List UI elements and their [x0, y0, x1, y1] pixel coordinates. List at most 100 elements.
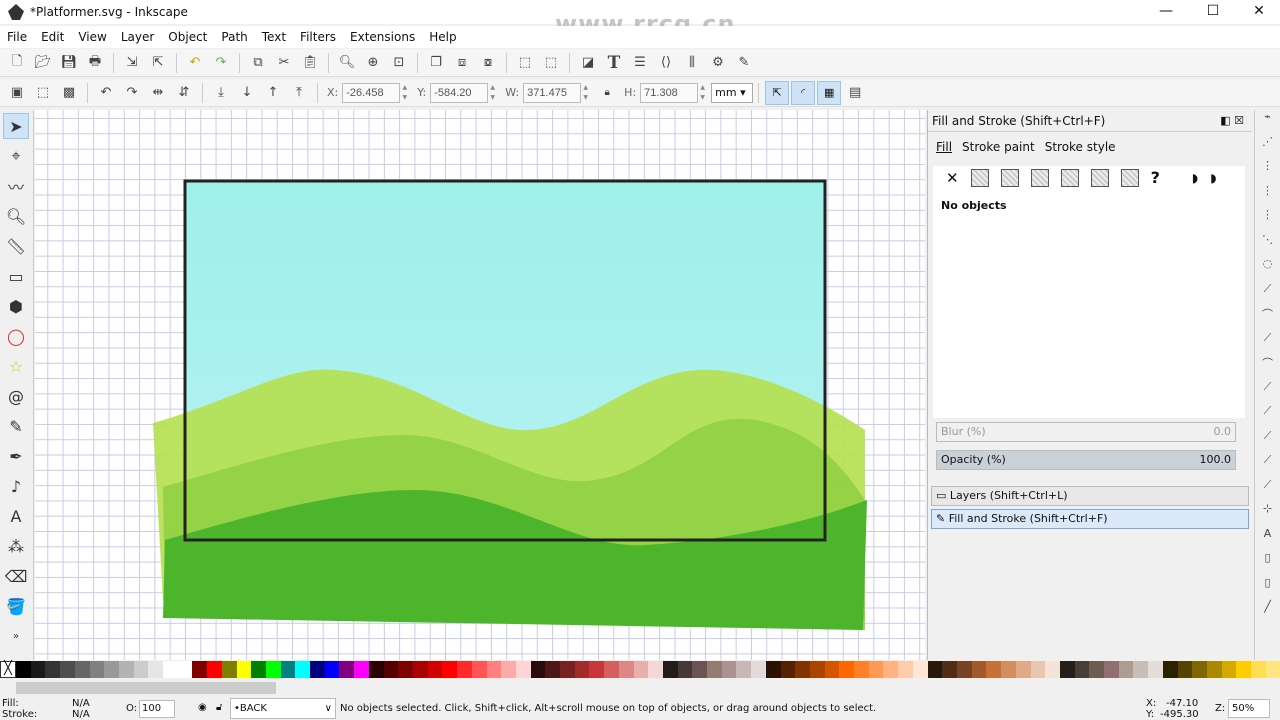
y-spinner[interactable]: ▲ ▼	[488, 83, 497, 103]
spray-tool-icon[interactable]: ⁂	[3, 533, 29, 559]
color-swatch[interactable]	[16, 661, 31, 678]
measure-tool-icon[interactable]: 📏︎	[3, 233, 29, 259]
tweak-tool-icon[interactable]: 〰	[3, 173, 29, 199]
y-input[interactable]	[430, 82, 489, 103]
color-swatch[interactable]	[1059, 661, 1075, 678]
color-swatch[interactable]	[574, 661, 590, 678]
color-swatch[interactable]	[383, 661, 399, 678]
color-swatch[interactable]	[368, 661, 384, 678]
color-swatch[interactable]	[1177, 661, 1193, 678]
fill-stroke-dock-tab[interactable]: ✎ Fill and Stroke (Shift+Ctrl+F)	[931, 509, 1249, 529]
color-swatch[interactable]	[1221, 661, 1237, 678]
snap-toggle-icon[interactable]: ⟋	[1255, 478, 1280, 503]
color-swatch[interactable]	[1162, 661, 1178, 678]
color-swatch[interactable]	[1089, 661, 1105, 678]
color-swatch[interactable]	[1133, 661, 1149, 678]
text-font-icon[interactable]: T	[604, 53, 624, 73]
color-swatch[interactable]	[589, 661, 605, 678]
color-swatch[interactable]	[30, 661, 46, 678]
color-swatch[interactable]	[824, 661, 840, 678]
flip-vertical-icon[interactable]: ⇵	[174, 83, 194, 103]
color-swatch[interactable]	[957, 661, 972, 678]
snap-toggle-icon[interactable]: ⊹	[1255, 502, 1280, 527]
color-swatch[interactable]	[883, 661, 899, 678]
scrollbar-thumb[interactable]	[16, 682, 276, 694]
menu-object[interactable]: Object	[161, 30, 214, 44]
snap-toggle-icon[interactable]: ⟋	[1255, 429, 1280, 454]
w-spinner[interactable]: ▲ ▼	[581, 83, 590, 103]
color-swatch[interactable]	[1001, 661, 1016, 678]
drawing-canvas[interactable]	[35, 110, 925, 660]
color-swatch[interactable]	[765, 661, 781, 678]
color-swatch[interactable]	[721, 661, 737, 678]
blur-slider[interactable]: Blur (%) 0.0	[936, 422, 1236, 442]
zoom-page-icon[interactable]: ⊡	[389, 53, 409, 73]
color-swatch[interactable]	[1045, 661, 1060, 678]
snap-toggle-icon[interactable]: ╱	[1255, 600, 1280, 625]
color-swatch[interactable]	[251, 661, 266, 678]
zoom-selection-icon[interactable]: 🔍︎	[337, 53, 357, 73]
flip-horizontal-icon[interactable]: ⇹	[148, 83, 168, 103]
no-color-swatch[interactable]: ╳	[0, 661, 16, 678]
h-input[interactable]	[640, 82, 699, 103]
fill-rule-evenodd-icon[interactable]: ◗	[1192, 171, 1198, 185]
maximize-button[interactable]: ☐	[1190, 0, 1236, 24]
tab-stroke-paint[interactable]: Stroke paint	[962, 140, 1035, 154]
color-swatch[interactable]	[927, 661, 943, 678]
paint-bucket-tool-icon[interactable]: 🪣	[3, 593, 29, 619]
color-swatch[interactable]	[1015, 661, 1031, 678]
color-swatch[interactable]	[780, 661, 796, 678]
color-swatch[interactable]	[442, 661, 458, 678]
color-swatch[interactable]	[912, 661, 928, 678]
snap-toggle-icon[interactable]: ▯	[1255, 551, 1280, 576]
color-swatch[interactable]	[412, 661, 428, 678]
color-swatch[interactable]	[809, 661, 825, 678]
color-swatch[interactable]	[1236, 661, 1252, 678]
duplicate-icon[interactable]: ❐	[426, 53, 446, 73]
color-swatch[interactable]	[265, 661, 281, 678]
layers-dock-tab[interactable]: ▭ Layers (Shift+Ctrl+L)	[931, 486, 1249, 506]
zoom-input[interactable]: 50%	[1228, 699, 1270, 718]
select-all-icon[interactable]: ▣	[7, 83, 27, 103]
ellipse-tool-icon[interactable]: ◯	[3, 323, 29, 349]
save-icon[interactable]: 💾︎	[59, 53, 79, 73]
color-swatch[interactable]	[280, 661, 296, 678]
color-swatch[interactable]	[633, 661, 649, 678]
color-swatch[interactable]	[1265, 661, 1280, 678]
menu-file[interactable]: File	[0, 30, 34, 44]
snap-toggle-icon[interactable]: ▯	[1255, 576, 1280, 601]
color-swatch[interactable]	[177, 661, 193, 678]
cut-icon[interactable]: ✂	[274, 53, 294, 73]
color-swatch[interactable]	[530, 661, 546, 678]
swatch-button[interactable]	[1120, 168, 1139, 187]
text-tool-icon[interactable]: A	[3, 503, 29, 529]
color-swatch[interactable]	[736, 661, 752, 678]
undo-icon[interactable]: ↶	[185, 53, 205, 73]
color-swatch[interactable]	[354, 661, 369, 678]
w-input[interactable]	[523, 82, 582, 103]
export-icon[interactable]: ⇱	[148, 53, 168, 73]
color-swatch[interactable]	[839, 661, 855, 678]
color-swatch[interactable]	[148, 661, 164, 678]
raise-icon[interactable]: ↑	[263, 83, 283, 103]
unlink-clone-icon[interactable]: ⧇	[478, 53, 498, 73]
color-swatch[interactable]	[1074, 661, 1090, 678]
move-patterns-icon[interactable]: ▤	[845, 83, 865, 103]
no-paint-button[interactable]: ✕	[946, 169, 959, 187]
rotate-ccw-icon[interactable]: ↶	[96, 83, 116, 103]
group-icon[interactable]: ⬚	[515, 53, 535, 73]
color-swatch[interactable]	[707, 661, 722, 678]
snap-toggle-icon[interactable]: ⋰	[1255, 135, 1280, 160]
menu-layer[interactable]: Layer	[114, 30, 161, 44]
color-swatch[interactable]	[677, 661, 693, 678]
node-tool-icon[interactable]: ⌖	[3, 143, 29, 169]
spiral-tool-icon[interactable]: @	[3, 383, 29, 409]
color-swatch[interactable]	[662, 661, 678, 678]
linear-gradient-button[interactable]	[1000, 168, 1019, 187]
radial-gradient-button[interactable]	[1030, 168, 1049, 187]
color-swatch[interactable]	[74, 661, 90, 678]
x-spinner[interactable]: ▲ ▼	[400, 83, 409, 103]
color-swatch[interactable]	[515, 661, 531, 678]
color-swatch[interactable]	[310, 661, 325, 678]
menu-extensions[interactable]: Extensions	[343, 30, 422, 44]
